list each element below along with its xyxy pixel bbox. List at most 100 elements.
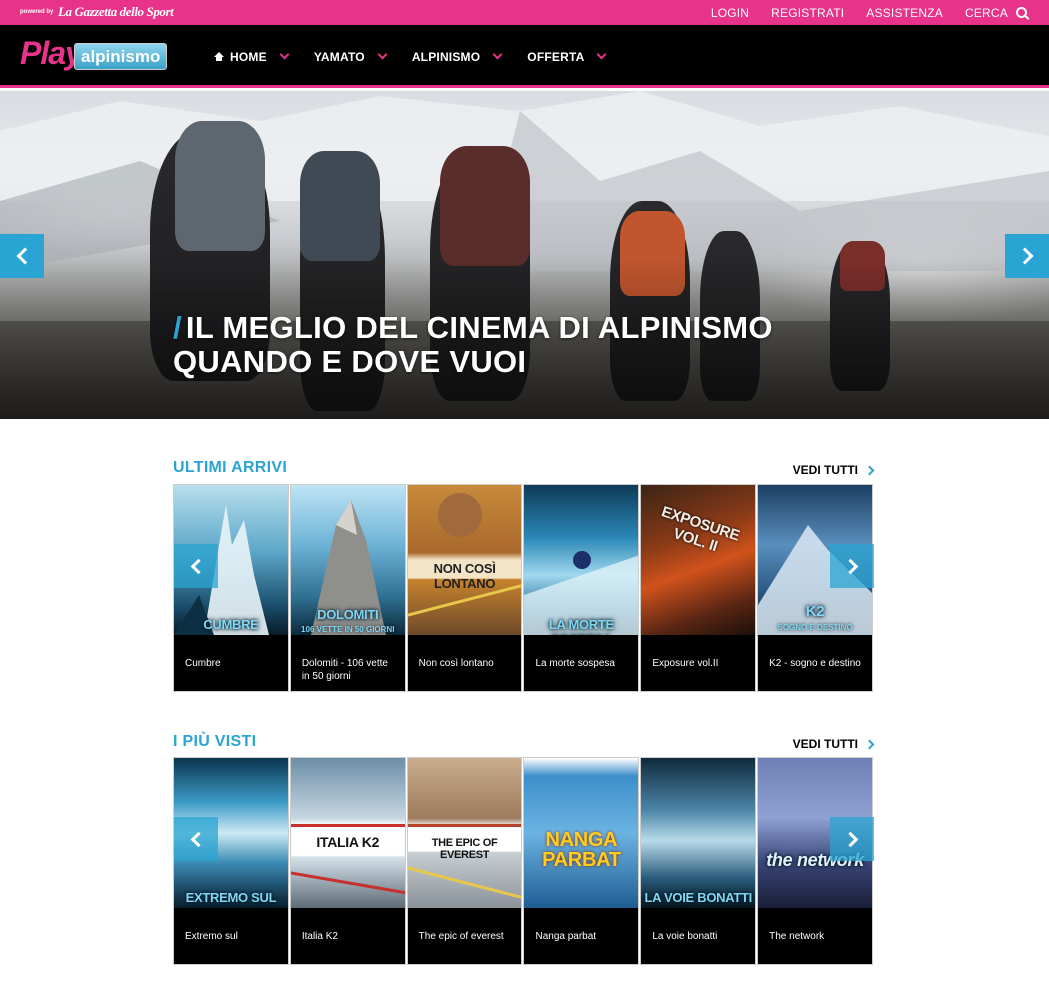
video-card[interactable]: THE EPIC OF EVEREST The epic of everest bbox=[406, 757, 523, 965]
hero-title-line1: IL MEGLIO DEL CINEMA DI ALPINISMO bbox=[185, 310, 773, 345]
chevron-right-icon bbox=[842, 558, 858, 574]
nav-item-yamato[interactable]: YAMATO bbox=[313, 49, 388, 64]
slash-icon: / bbox=[173, 310, 182, 345]
video-card[interactable]: NON COSÌ LONTANO Non così lontano bbox=[406, 484, 523, 692]
video-card[interactable]: DOLOMITI 106 VETTE IN 50 GIORNI Dolomiti… bbox=[289, 484, 406, 692]
poster-image: LA MORTE SOSPESA bbox=[524, 485, 639, 635]
main-nav: HOME YAMATO ALPINISMO OFFERTA bbox=[214, 25, 631, 88]
chevron-left-icon bbox=[16, 247, 33, 265]
card-title: Extremo sul bbox=[185, 931, 238, 942]
card-title: Italia K2 bbox=[301, 931, 338, 942]
carousel-prev-button[interactable] bbox=[174, 817, 218, 861]
climber-backpack bbox=[175, 121, 265, 251]
nav-item-home[interactable]: HOME bbox=[214, 49, 290, 64]
video-card[interactable]: EXTREMO SUL Extremo sul bbox=[173, 757, 289, 965]
chevron-right-icon bbox=[864, 465, 875, 475]
chevron-right-icon bbox=[864, 739, 875, 749]
hero-prev-button[interactable] bbox=[0, 234, 44, 278]
see-all-label: VEDI TUTTI bbox=[792, 463, 858, 477]
poster-title: EXTREMO SUL bbox=[185, 890, 277, 905]
nav-item-label: ALPINISMO bbox=[411, 49, 481, 64]
carousel-prev-button[interactable] bbox=[174, 544, 218, 588]
card-title: Dolomiti - 106 vette in 50 giorni bbox=[301, 658, 388, 682]
card-title: Exposure vol.II bbox=[652, 658, 719, 669]
video-card[interactable]: EXPOSURE VOL. II Exposure vol.II bbox=[640, 484, 757, 692]
poster-art bbox=[407, 493, 522, 617]
account-links: LOGIN REGISTRATI ASSISTENZA CERCA bbox=[689, 0, 1027, 25]
poster-image: ITALIA K2 bbox=[290, 758, 405, 908]
hero-title: / IL MEGLIO DEL CINEMA DI ALPINISMO QUAND… bbox=[173, 311, 773, 379]
poster-title: LA MORTE SOSPESA bbox=[548, 617, 614, 635]
card-title: Cumbre bbox=[185, 658, 221, 669]
poster-title: EXPOSURE VOL. II bbox=[659, 503, 742, 556]
card-title: Non così lontano bbox=[418, 658, 494, 669]
see-all-link[interactable]: VEDI TUTTI bbox=[792, 463, 875, 477]
card-title: The epic of everest bbox=[418, 931, 504, 942]
video-card[interactable]: LA MORTE SOSPESA La morte sospesa bbox=[523, 484, 640, 692]
nav-item-label: YAMATO bbox=[313, 49, 365, 64]
top-bar: powered by La Gazzetta dello Sport LOGIN… bbox=[0, 0, 1049, 25]
climber-backpack bbox=[440, 146, 530, 266]
poster-title: CUMBRE bbox=[203, 617, 259, 632]
card-title: K2 - sogno e destino bbox=[769, 658, 861, 669]
poster-subtitle: 106 VETTE IN 50 GIORNI bbox=[301, 625, 395, 634]
poster-image: DOLOMITI 106 VETTE IN 50 GIORNI bbox=[290, 485, 405, 635]
chevron-down-icon bbox=[492, 49, 503, 60]
card-title: Nanga parbat bbox=[535, 931, 597, 942]
gazzetta-logo[interactable]: La Gazzetta dello Sport bbox=[58, 4, 174, 20]
see-all-link[interactable]: VEDI TUTTI bbox=[792, 737, 875, 751]
chevron-left-icon bbox=[190, 558, 206, 574]
poster-art bbox=[290, 824, 405, 895]
poster-title: DOLOMITI bbox=[317, 607, 379, 622]
nav-item-offerta[interactable]: OFFERTA bbox=[527, 49, 607, 64]
poster-subtitle: SOGNO E DESTINO bbox=[777, 623, 853, 632]
chevron-down-icon bbox=[597, 49, 607, 60]
nav-item-alpinismo[interactable]: ALPINISMO bbox=[411, 49, 503, 64]
video-card[interactable]: LA VOIE BONATTI La voie bonatti bbox=[640, 757, 757, 965]
search-icon[interactable] bbox=[1016, 7, 1027, 18]
nav-item-label: OFFERTA bbox=[527, 49, 585, 64]
video-card[interactable]: K2 SOGNO E DESTINO K2 - sogno e destino bbox=[757, 484, 873, 692]
powered-by-label: powered by bbox=[20, 9, 54, 15]
see-all-label: VEDI TUTTI bbox=[792, 737, 858, 751]
poster-image: EXPOSURE VOL. II bbox=[641, 485, 756, 635]
chevron-left-icon bbox=[190, 831, 206, 847]
chevron-right-icon bbox=[842, 831, 858, 847]
chevron-down-icon bbox=[377, 49, 388, 60]
card-title: La voie bonatti bbox=[652, 931, 718, 942]
carousel-next-button[interactable] bbox=[830, 817, 874, 861]
chevron-right-icon bbox=[1016, 247, 1033, 265]
home-icon bbox=[214, 52, 224, 61]
hero-next-button[interactable] bbox=[1005, 234, 1049, 278]
poster-image: NANGA PARBAT bbox=[524, 758, 639, 908]
card-title: The network bbox=[769, 931, 825, 942]
video-card[interactable]: the network The network bbox=[757, 757, 873, 965]
chevron-down-icon bbox=[279, 49, 290, 60]
poster-image: LA VOIE BONATTI bbox=[641, 758, 756, 908]
hero-banner[interactable]: / IL MEGLIO DEL CINEMA DI ALPINISMO QUAND… bbox=[0, 91, 1049, 419]
play-logo[interactable]: Play bbox=[20, 35, 83, 72]
main-header: Play alpinismo HOME YAMATO ALPINISMO OFF… bbox=[0, 25, 1049, 88]
login-link[interactable]: LOGIN bbox=[711, 6, 749, 20]
section-title-ultimi-arrivi: ULTIMI ARRIVI bbox=[173, 459, 288, 476]
video-card[interactable]: NANGA PARBAT Nanga parbat bbox=[523, 757, 640, 965]
carousel-piu-visti: EXTREMO SUL Extremo sul ITALIA K2 Italia… bbox=[173, 757, 874, 965]
assistance-link[interactable]: ASSISTENZA bbox=[866, 6, 943, 20]
video-card[interactable]: CUMBRE Cumbre bbox=[173, 484, 289, 692]
nav-item-label: HOME bbox=[230, 49, 267, 64]
card-title: La morte sospesa bbox=[535, 658, 615, 669]
section-title-piu-visti: I PIÙ VISTI bbox=[173, 733, 257, 750]
carousel-next-button[interactable] bbox=[830, 544, 874, 588]
poster-title: LA VOIE BONATTI bbox=[644, 890, 753, 905]
poster-image: THE EPIC OF EVEREST bbox=[407, 758, 522, 908]
poster-art bbox=[524, 551, 639, 635]
poster-title: K2 bbox=[805, 603, 825, 620]
alpinismo-logo-badge[interactable]: alpinismo bbox=[74, 43, 168, 70]
poster-art bbox=[407, 824, 522, 899]
register-link[interactable]: REGISTRATI bbox=[771, 6, 844, 20]
hero-title-line2: QUANDO E DOVE VUOI bbox=[173, 344, 527, 379]
poster-image: NON COSÌ LONTANO bbox=[407, 485, 522, 635]
video-card[interactable]: ITALIA K2 Italia K2 bbox=[289, 757, 406, 965]
carousel-ultimi-arrivi: CUMBRE Cumbre DOLOMITI 106 VETTE IN 50 G… bbox=[173, 484, 874, 692]
search-link[interactable]: CERCA bbox=[965, 6, 1008, 20]
